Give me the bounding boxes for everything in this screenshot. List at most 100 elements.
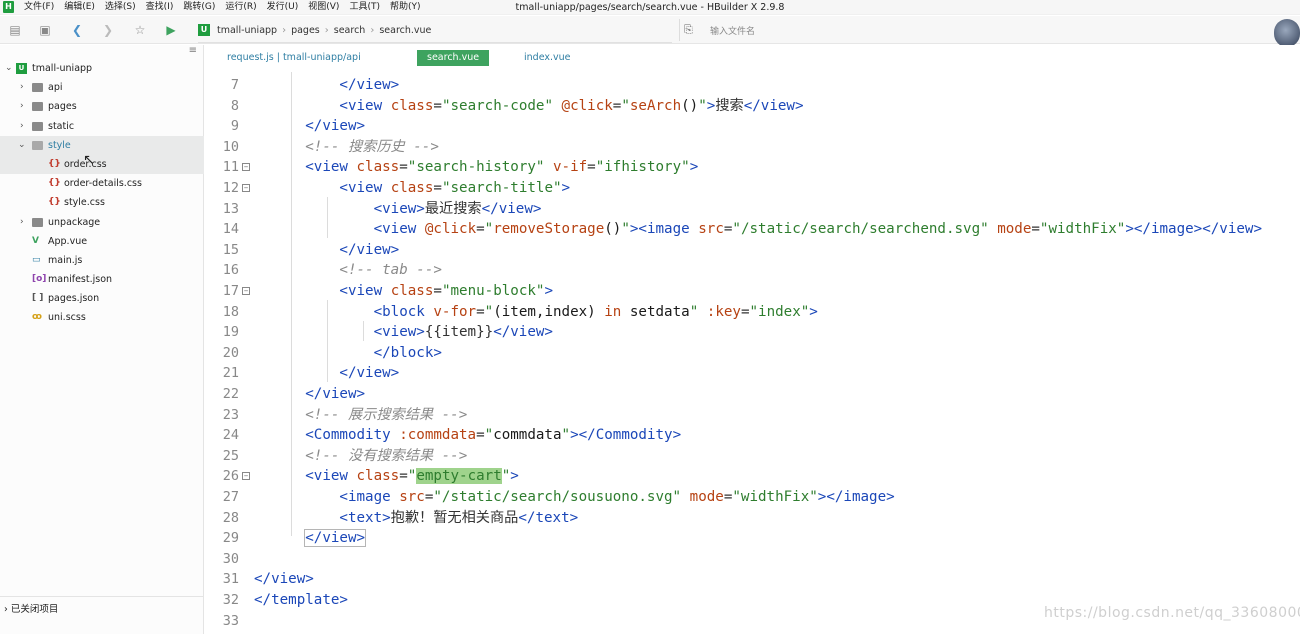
- line-number: 12: [222, 180, 239, 196]
- tab-index-vue[interactable]: index.vue: [524, 50, 571, 66]
- file-search-placeholder: 输入文件名: [710, 27, 756, 37]
- breadcrumb-search[interactable]: search: [334, 25, 366, 36]
- line-number: 21: [222, 365, 239, 382]
- editor-tabs: request.js | tmall-uniapp/api search.vue…: [205, 45, 1300, 71]
- closed-projects-label: 已关闭项目: [10, 604, 59, 615]
- tree-item-order-css[interactable]: {} order.css: [0, 154, 204, 175]
- tree-item-pages[interactable]: › pages: [0, 97, 204, 116]
- code-line: 27 <image src="/static/search/sousuono.s…: [205, 487, 1300, 508]
- line-number: 11: [222, 159, 239, 176]
- chevron-right-icon: ›: [20, 82, 24, 93]
- line-number: 17: [222, 283, 239, 299]
- tree-item-api[interactable]: › api: [0, 78, 204, 97]
- folder-icon: [32, 83, 43, 93]
- line-number: 23: [222, 406, 239, 423]
- code-line: 31 </view>: [205, 569, 1300, 590]
- chevron-right-icon: ›: [4, 604, 11, 615]
- star-icon[interactable]: ☆: [133, 23, 147, 37]
- user-avatar[interactable]: [1274, 19, 1300, 47]
- tree-item-main-js[interactable]: ▭ main.js: [0, 251, 204, 270]
- tree-item-app-vue[interactable]: V App.vue: [0, 232, 204, 251]
- code-line: 19 <view>{{item}}</view>: [205, 322, 1300, 343]
- css-file-icon: {}: [48, 178, 61, 189]
- code-line: 15 </view>: [205, 240, 1300, 261]
- file-search-icon: ⎘: [684, 23, 693, 36]
- code-line: 23 <!-- 展示搜索结果 -->: [205, 405, 1300, 426]
- chevron-down-icon: ⌄: [18, 139, 26, 150]
- tab-search-vue[interactable]: search.vue: [417, 50, 490, 66]
- uniapp-project-icon: U: [16, 63, 27, 74]
- tree-project-root[interactable]: ⌄ U tmall-uniapp: [0, 59, 204, 78]
- line-number: 20: [222, 344, 239, 361]
- json-file-icon: [ ]: [32, 293, 44, 304]
- watermark: https://blog.csdn.net/qq_33608000: [1044, 605, 1300, 621]
- line-number: 10: [222, 138, 239, 155]
- new-file-icon[interactable]: ▤: [8, 23, 22, 37]
- breadcrumb-underline: [198, 42, 672, 43]
- code-editor[interactable]: 7 </view> 8 <view class="search-code" @c…: [205, 72, 1300, 634]
- chevron-right-icon: ›: [20, 120, 24, 131]
- breadcrumb-file[interactable]: search.vue: [379, 25, 431, 36]
- line-number: 31: [222, 571, 239, 588]
- code-line: 24 <Commodity :commdata="commdata"></Com…: [205, 425, 1300, 446]
- line-number: 15: [222, 241, 239, 258]
- code-line: 11− <view class="search-history" v-if="i…: [205, 157, 1300, 178]
- tree-item-style-css[interactable]: {} style.css: [0, 193, 204, 212]
- file-tree: ⌄ U tmall-uniapp › api › pages › static …: [0, 59, 204, 328]
- tree-item-uni-scss[interactable]: ꝏ uni.scss: [0, 308, 204, 327]
- fold-toggle-icon[interactable]: −: [242, 287, 250, 295]
- code-line: 13 <view>最近搜索</view>: [205, 199, 1300, 220]
- line-number: 7: [230, 77, 239, 93]
- breadcrumb: U tmall-uniapp › pages › search › search…: [198, 22, 431, 38]
- chevron-right-icon: ›: [20, 101, 24, 112]
- json-file-icon: [o]: [32, 274, 47, 285]
- line-number: 9: [230, 118, 239, 135]
- forward-icon[interactable]: ❯: [101, 23, 115, 37]
- line-number: 13: [222, 200, 239, 217]
- fold-toggle-icon[interactable]: −: [242, 472, 250, 481]
- back-icon[interactable]: ❮: [70, 23, 84, 37]
- chevron-down-icon: ⌄: [5, 63, 13, 73]
- tree-item-manifest-json[interactable]: [o] manifest.json: [0, 270, 204, 289]
- tree-item-static[interactable]: › static: [0, 117, 204, 136]
- project-sidebar: ≡ ⌄ U tmall-uniapp › api › pages › stati…: [0, 45, 204, 634]
- line-number: 26: [222, 468, 239, 485]
- css-file-icon: {}: [48, 158, 61, 169]
- file-search-input[interactable]: ⎘ 输入文件名: [679, 19, 1269, 41]
- folder-open-icon: [32, 140, 43, 150]
- line-number: 25: [222, 447, 239, 464]
- tree-item-pages-json[interactable]: [ ] pages.json: [0, 289, 204, 308]
- code-line: 30: [205, 549, 1300, 570]
- tree-item-order-details-css[interactable]: {} order-details.css: [0, 174, 204, 193]
- breadcrumb-pages[interactable]: pages: [291, 25, 320, 36]
- code-line: 12− <view class="search-title">: [205, 178, 1300, 199]
- tree-project-label: tmall-uniapp: [32, 63, 93, 74]
- code-line: 22 </view>: [205, 384, 1300, 405]
- code-line: 7 </view>: [205, 75, 1300, 96]
- line-number: 28: [222, 509, 239, 526]
- run-icon[interactable]: ▶: [164, 23, 178, 37]
- line-number: 33: [222, 612, 239, 629]
- breadcrumb-separator-icon: ›: [370, 24, 375, 36]
- closed-projects[interactable]: › 已关闭项目: [0, 596, 204, 621]
- fold-toggle-icon[interactable]: −: [242, 184, 250, 192]
- tab-request-js[interactable]: request.js | tmall-uniapp/api: [227, 50, 361, 66]
- code-line: 17− <view class="menu-block">: [205, 281, 1300, 302]
- sidebar-menu-icon[interactable]: ≡: [189, 45, 197, 56]
- code-line: 21 </view>: [205, 363, 1300, 384]
- line-number: 16: [222, 262, 239, 279]
- folder-icon: [32, 102, 43, 112]
- code-line: 20 </block>: [205, 343, 1300, 364]
- save-icon[interactable]: ▣: [38, 23, 52, 37]
- title-bar: H 文件(F) 编辑(E) 选择(S) 查找(I) 跳转(G) 运行(R) 发行…: [0, 0, 1300, 15]
- tree-item-style[interactable]: ⌄ style: [0, 135, 204, 155]
- code-line: 28 <text>抱歉！暂无相关商品</text>: [205, 508, 1300, 529]
- uniapp-project-icon: U: [198, 24, 210, 36]
- line-number: 18: [222, 303, 239, 320]
- js-file-icon: ▭: [32, 254, 41, 265]
- line-number: 14: [222, 221, 239, 238]
- breadcrumb-project[interactable]: tmall-uniapp: [217, 25, 277, 36]
- line-number: 24: [222, 427, 239, 444]
- tree-item-unpackage[interactable]: › unpackage: [0, 213, 204, 232]
- fold-toggle-icon[interactable]: −: [242, 163, 250, 172]
